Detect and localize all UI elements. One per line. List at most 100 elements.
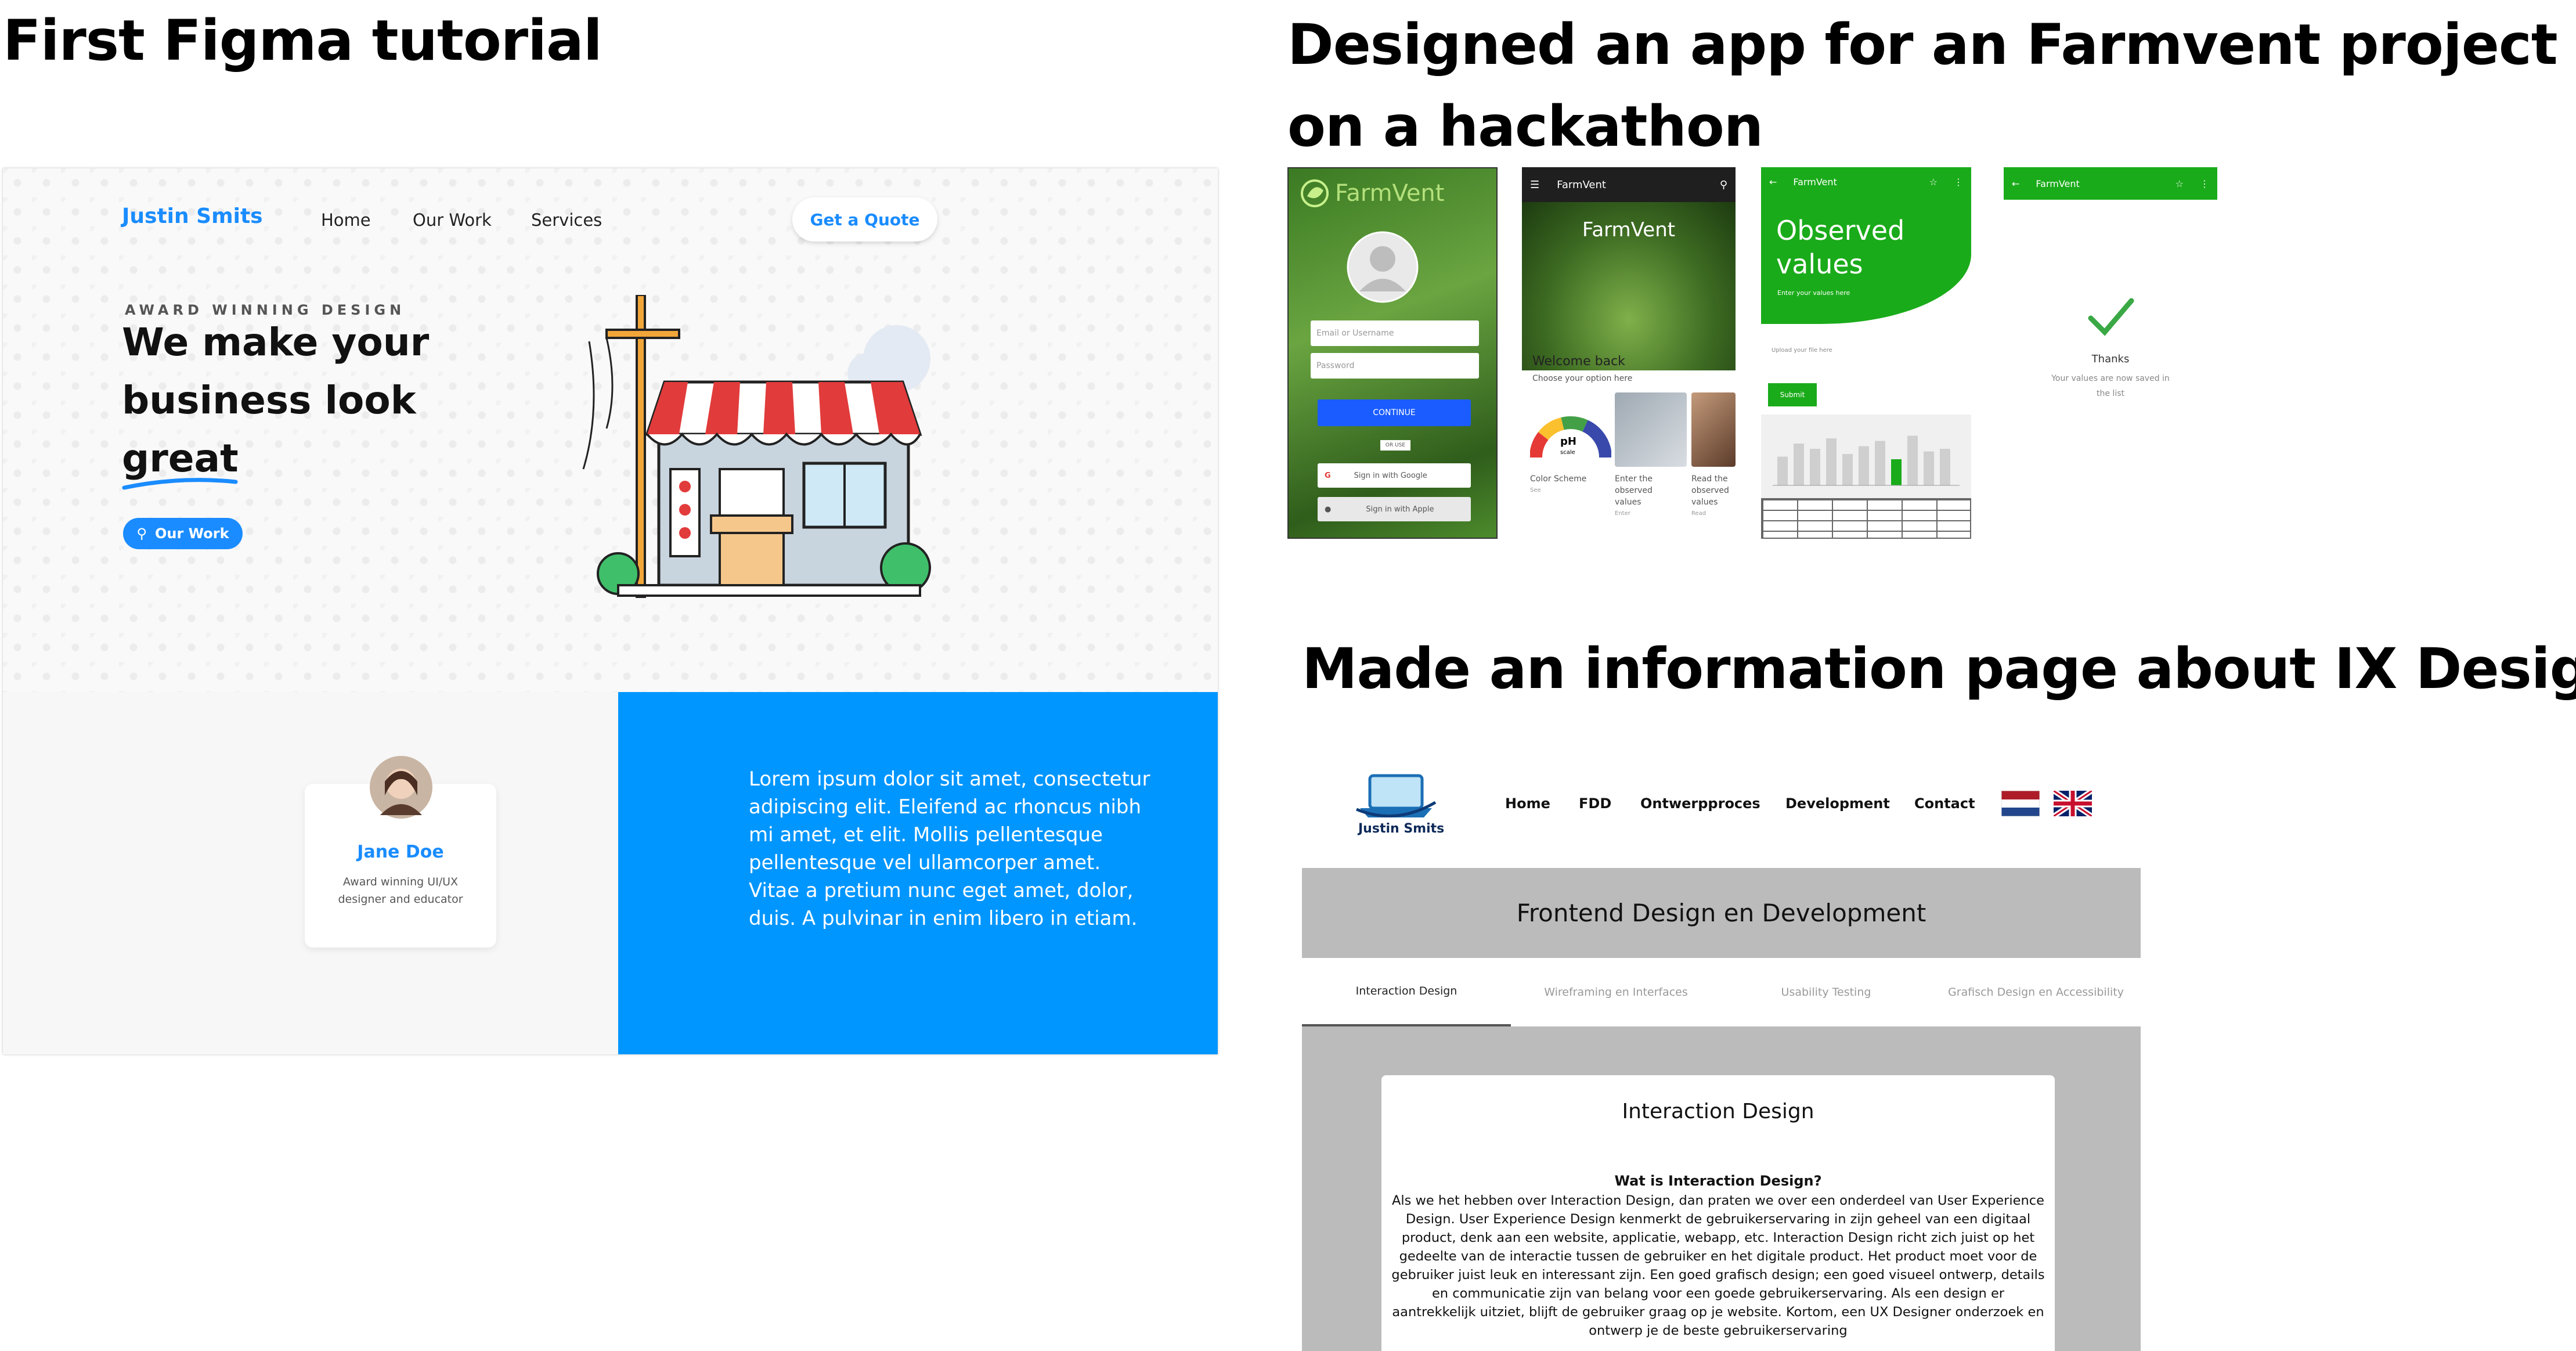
portfolio-canvas: First Figma tutorial Designed an app for… (0, 0, 2576, 1351)
profile-name: Jane Doe (357, 842, 444, 862)
back-arrow-icon[interactable]: ← (1769, 176, 1777, 188)
observed-title-line: Observed (1776, 215, 1905, 246)
hero-section: Justin Smits Home Our Work Services Get … (3, 168, 1218, 692)
option-label: Color Scheme (1530, 474, 1587, 484)
menu-icon[interactable]: ☰ (1530, 179, 1539, 191)
thanks-title: Thanks (2091, 353, 2130, 365)
farmvent-observed-screen: ← FarmVent ☆ ⋮ Observed values Enter you… (1761, 167, 1971, 539)
option-label: Read the (1691, 474, 1728, 484)
observed-bar (1842, 454, 1853, 485)
observed-bar (1794, 444, 1804, 485)
underline-swoosh-icon (122, 478, 238, 490)
ph-scale-label: scale (1560, 449, 1575, 456)
get-quote-button[interactable]: Get a Quote (792, 197, 937, 242)
nav-our-work[interactable]: Our Work (413, 210, 492, 230)
ix-nav-home[interactable]: Home (1505, 795, 1550, 812)
observed-bar (1891, 459, 1902, 485)
heading-ix: Made an information page about IX Design (1302, 636, 2576, 701)
uk-flag-icon[interactable] (2054, 791, 2092, 816)
option-label-enter: Enter the observed values Enter (1615, 473, 1653, 520)
continue-button[interactable]: CONTINUE (1318, 399, 1471, 426)
observed-bar (1826, 438, 1837, 485)
option-read-image[interactable] (1691, 392, 1736, 467)
tab-grafisch-design[interactable]: Grafisch Design en Accessibility (1931, 958, 2141, 1026)
submit-button[interactable]: Submit (1768, 383, 1817, 406)
tab-usability-testing[interactable]: Usability Testing (1721, 958, 1931, 1026)
heading-figma: First Figma tutorial (3, 8, 602, 73)
lorem-line: duis. A pulvinar in enim libero in etiam… (749, 907, 1138, 930)
option-sub: See (1530, 487, 1541, 493)
ix-brand[interactable]: Justin Smits (1358, 822, 1444, 836)
password-field[interactable]: Password (1311, 353, 1479, 379)
farmvent-home-screen: ☰ FarmVent ⚲ FarmVent Welcome back Choos… (1522, 167, 1736, 526)
thanks-line1: Your values are now saved in (2051, 374, 2170, 383)
apple-icon: ● (1325, 505, 1332, 514)
ix-tabs: Interaction Design Wireframing en Interf… (1302, 958, 2141, 1026)
observed-bar (1859, 446, 1869, 485)
ix-nav-ontwerpproces[interactable]: Ontwerpproces (1640, 795, 1760, 812)
hero-title-line2: business look (122, 378, 416, 423)
option-label: Enter the (1615, 474, 1653, 484)
option-sub: Enter (1615, 510, 1630, 517)
user-avatar-icon (1347, 231, 1419, 303)
nav-services[interactable]: Services (531, 210, 602, 230)
checkmark-icon (2088, 298, 2134, 336)
email-field[interactable]: Email or Username (1311, 320, 1479, 346)
home-hero-title: FarmVent (1582, 218, 1676, 242)
heading-farmvent-line1: Designed an app for an Farmvent project (1287, 12, 2558, 77)
body-line: Als we het hebben over Interaction Desig… (1392, 1193, 2044, 1208)
our-work-label: Our Work (154, 525, 229, 542)
option-label: values (1691, 498, 1718, 507)
observed-appbar: ← FarmVent ☆ ⋮ (1769, 176, 1963, 188)
observed-bar (1777, 456, 1788, 485)
observed-bar (1875, 441, 1885, 485)
apple-signin-button[interactable]: ● Sign in with Apple (1318, 497, 1471, 521)
observed-chart (1773, 435, 1960, 486)
google-icon: G (1325, 471, 1331, 480)
card-title: Interaction Design (1622, 1100, 1814, 1123)
search-icon[interactable]: ⚲ (1720, 179, 1727, 191)
lorem-text: Lorem ipsum dolor sit amet, consectetur … (749, 765, 1155, 932)
farmvent-logo: FarmVent (1300, 179, 1444, 208)
brand-logo[interactable]: Justin Smits (122, 204, 263, 228)
star-icon[interactable]: ☆ (1929, 176, 1938, 188)
observed-bar (1810, 449, 1820, 485)
nav-home[interactable]: Home (321, 210, 371, 230)
dutch-flag-icon[interactable] (2001, 791, 2040, 816)
google-signin-button[interactable]: G Sign in with Google (1318, 463, 1471, 488)
avatar (370, 756, 432, 819)
body-line: ontwerp je de beste gebruikerservaring (1589, 1323, 1848, 1338)
thanks-appbar: ← FarmVent ☆ ⋮ (2004, 167, 2217, 200)
star-icon[interactable]: ☆ (2175, 178, 2184, 189)
option-label-read: Read the observed values Read (1691, 473, 1729, 520)
laptop-logo-icon[interactable] (1355, 772, 1437, 819)
more-vert-icon[interactable]: ⋮ (2200, 178, 2209, 189)
lorem-line: pellentesque vel ullamcorper amet. (749, 851, 1101, 874)
tab-interaction-design[interactable]: Interaction Design (1302, 958, 1511, 1026)
option-label-color: Color Scheme See (1530, 473, 1586, 496)
observed-chart-area (1761, 415, 1971, 498)
back-arrow-icon[interactable]: ← (2012, 178, 2019, 189)
hero-title-line1: We make your (122, 320, 430, 365)
leaf-logo-icon (1301, 179, 1329, 207)
home-appbar: ☰ FarmVent ⚲ (1522, 167, 1736, 202)
card-body: Als we het hebben over Interaction Desig… (1381, 1191, 2055, 1340)
ix-nav-fdd[interactable]: FDD (1579, 795, 1611, 812)
ix-nav-development[interactable]: Development (1785, 795, 1890, 812)
option-label: observed (1691, 486, 1729, 495)
farmvent-thanks-screen: ← FarmVent ☆ ⋮ (2004, 167, 2217, 382)
or-divider: OR USE (1380, 440, 1410, 451)
body-line: gebruiker juist leuk en interessant zijn… (1391, 1267, 2045, 1282)
our-work-button[interactable]: ⚲ Our Work (123, 518, 243, 549)
ix-nav-contact[interactable]: Contact (1914, 795, 1975, 812)
body-line: aantrekkelijk uitziet, blijft de gebruik… (1392, 1305, 2044, 1320)
more-vert-icon[interactable]: ⋮ (1954, 176, 1963, 188)
observed-title: Observed values (1776, 214, 1904, 281)
welcome-text: Welcome back (1532, 354, 1625, 369)
option-color-scheme[interactable]: pH scale (1529, 394, 1612, 466)
search-icon: ⚲ (136, 525, 147, 542)
observed-title-line: values (1776, 248, 1863, 280)
tab-wireframing[interactable]: Wireframing en Interfaces (1511, 958, 1721, 1026)
profile-card: Jane Doe Award winning UI/UX designer an… (305, 756, 496, 947)
option-enter-image[interactable] (1615, 392, 1687, 467)
